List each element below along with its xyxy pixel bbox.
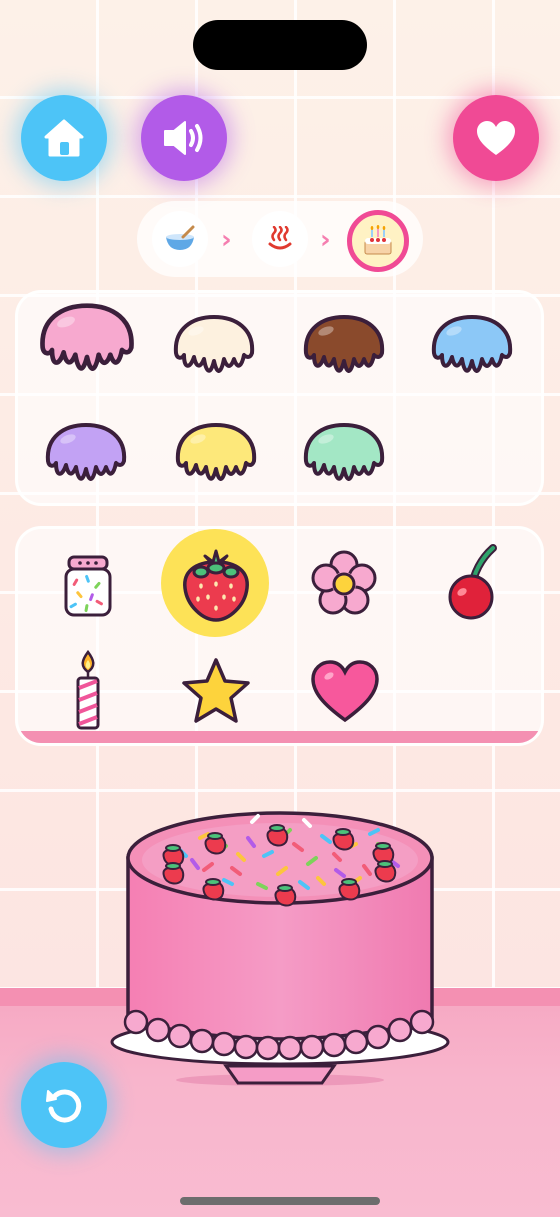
frosting-lemon[interactable]: [174, 416, 258, 496]
cherry-icon: [448, 544, 497, 620]
topping-flower[interactable]: [306, 546, 382, 622]
progress-steps: › ›: [137, 201, 423, 277]
flower-icon: [311, 550, 377, 615]
step-arrow: ›: [221, 225, 232, 255]
step-decorate[interactable]: [347, 210, 409, 272]
frosting-drip-icon: [431, 315, 513, 373]
step-mix[interactable]: [152, 211, 208, 267]
sound-button[interactable]: [141, 95, 227, 181]
sprinkles-jar-icon: [64, 555, 112, 617]
topping-cherry[interactable]: [438, 542, 504, 620]
frosting-mint[interactable]: [302, 416, 386, 496]
cake[interactable]: [108, 808, 452, 1090]
cake-illustration: [110, 811, 450, 1086]
panel-bottom-bar: [18, 731, 541, 743]
home-icon: [44, 119, 84, 157]
step-arrow: ›: [320, 225, 331, 255]
frosting-vanilla[interactable]: [172, 308, 256, 388]
frosting-lavender[interactable]: [44, 416, 128, 496]
frosting-pink[interactable]: [38, 302, 136, 382]
frosting-chocolate[interactable]: [302, 308, 386, 388]
step-bake[interactable]: [252, 211, 308, 267]
frosting-drip-icon: [40, 303, 134, 372]
home-button[interactable]: [21, 95, 107, 181]
cake-icon: [364, 225, 392, 255]
topping-strawberry[interactable]: [176, 546, 256, 626]
topping-heart[interactable]: [308, 658, 382, 724]
undo-button[interactable]: [21, 1062, 107, 1148]
frosting-drip-icon: [173, 315, 255, 373]
speaker-icon: [164, 121, 203, 155]
frosting-drip-icon: [303, 423, 385, 481]
frosting-drip-icon: [175, 423, 257, 481]
strawberry-icon: [183, 549, 249, 622]
heart-topping-icon: [311, 660, 379, 723]
heat-icon: [268, 226, 292, 250]
frosting-drip-icon: [303, 315, 385, 373]
topping-candle[interactable]: [70, 650, 106, 732]
candle-icon: [76, 650, 100, 730]
topping-star[interactable]: [178, 655, 254, 727]
frosting-drip-icon: [45, 423, 127, 481]
favorite-button[interactable]: [453, 95, 539, 181]
home-indicator[interactable]: [180, 1197, 380, 1205]
heart-icon: [477, 121, 515, 155]
bowl-icon: [166, 225, 195, 250]
topping-sprinkles[interactable]: [55, 550, 121, 622]
star-icon: [182, 658, 250, 723]
frosting-blue[interactable]: [430, 308, 514, 388]
camera-notch: [193, 20, 367, 70]
undo-icon: [46, 1089, 82, 1123]
